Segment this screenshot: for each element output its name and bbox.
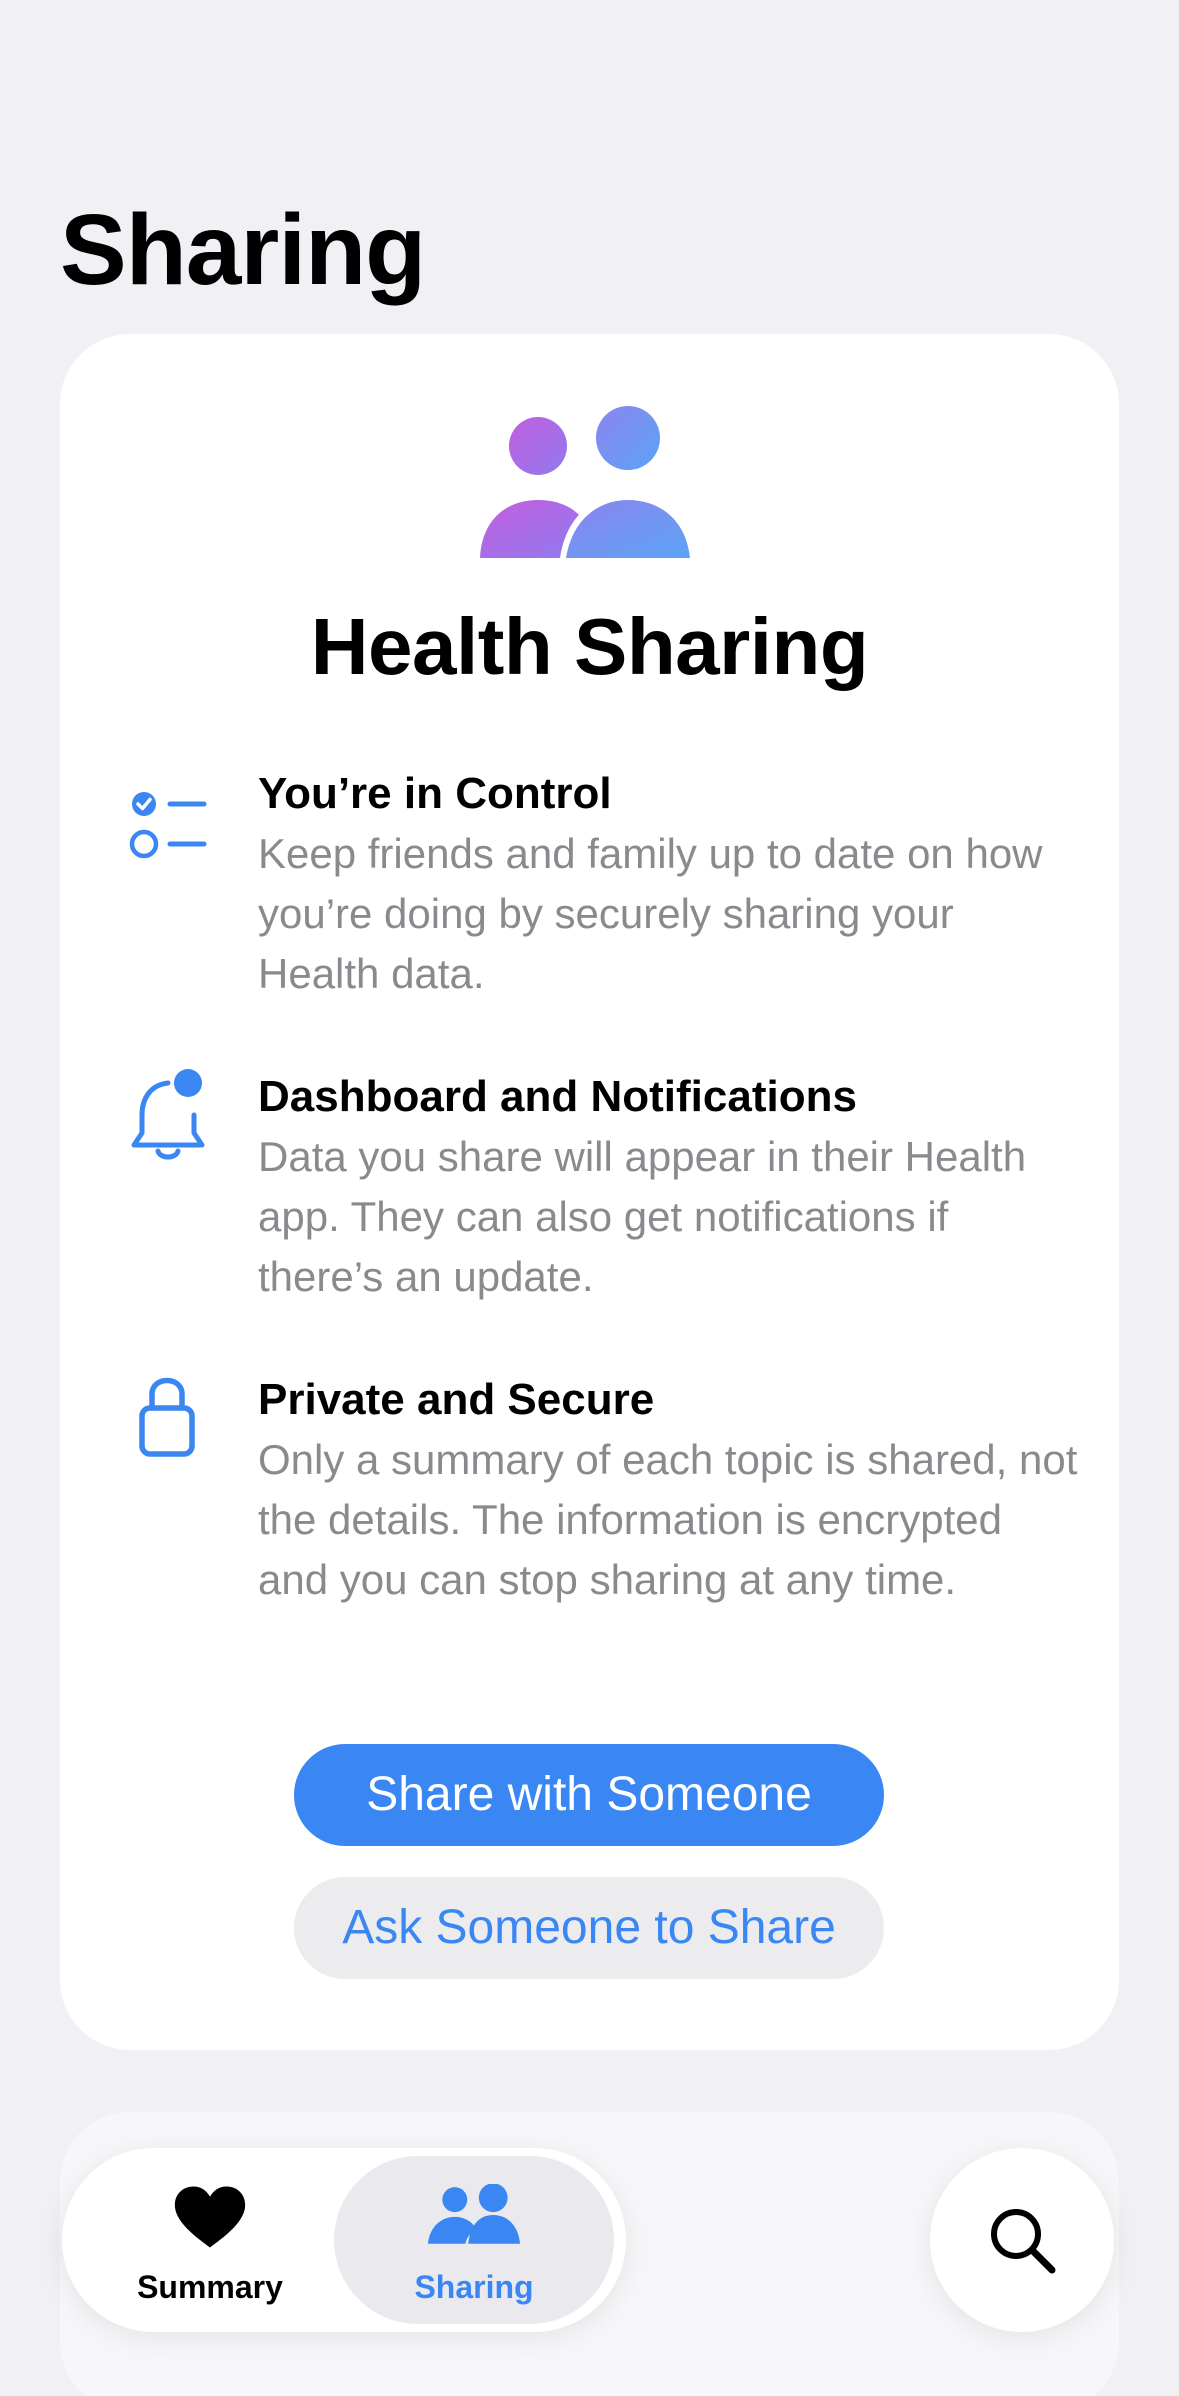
bell-badge-icon <box>131 1069 205 1160</box>
people-icon <box>427 2184 521 2244</box>
lock-icon <box>139 1377 195 1457</box>
share-with-someone-button[interactable]: Share with Someone <box>294 1744 884 1846</box>
search-button[interactable] <box>930 2148 1114 2332</box>
card-title: Health Sharing <box>310 602 869 691</box>
feature-description: Only a summary of each topic is shared, … <box>258 1436 1078 1603</box>
feature-title: You’re in Control <box>258 769 612 818</box>
ask-someone-to-share-button[interactable]: Ask Someone to Share <box>294 1877 884 1979</box>
tab-summary[interactable]: Summary <box>70 2156 350 2324</box>
checklist-icon <box>129 792 207 859</box>
search-icon <box>991 2209 1056 2274</box>
sharing-screen: Sharing Health Sharing You’re in Control… <box>0 0 1179 2396</box>
tab-label: Sharing <box>414 2269 534 2305</box>
health-sharing-card: Health Sharing You’re in Control Keep fr… <box>60 334 1119 2050</box>
tab-sharing[interactable]: Sharing <box>334 2156 614 2324</box>
tab-label: Summary <box>137 2269 283 2305</box>
page-title: Sharing <box>60 194 426 306</box>
tab-bar: Summary Sharing <box>62 2148 626 2332</box>
feature-description: Keep friends and family up to date on ho… <box>258 830 1043 997</box>
heart-icon <box>174 2186 246 2248</box>
people-icon <box>480 406 696 558</box>
feature-title: Private and Secure <box>258 1375 655 1424</box>
feature-description: Data you share will appear in their Heal… <box>258 1133 1027 1300</box>
feature-title: Dashboard and Notifications <box>258 1072 857 1121</box>
